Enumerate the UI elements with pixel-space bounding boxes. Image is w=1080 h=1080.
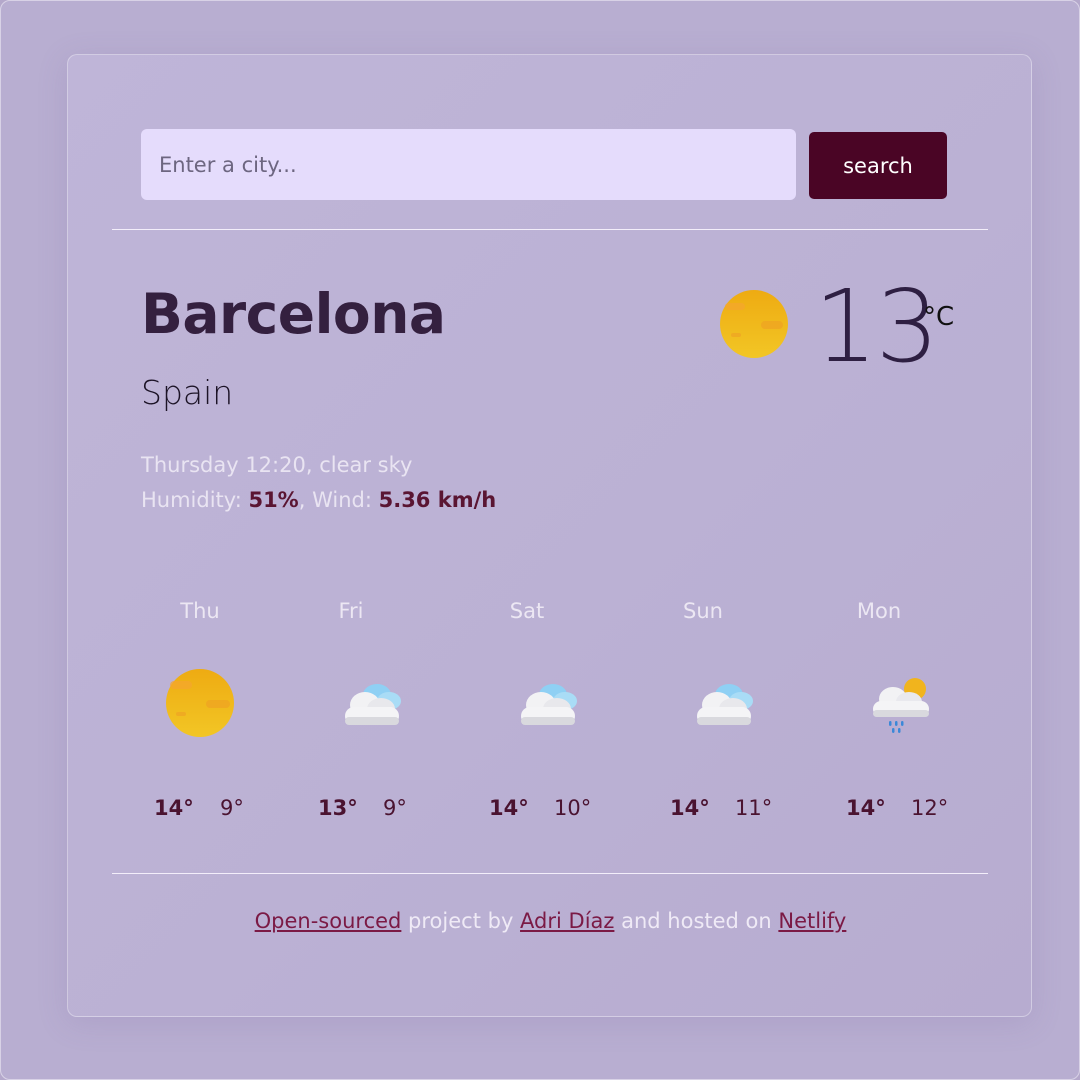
footer-text: and hosted on <box>614 909 779 933</box>
open-sourced-link[interactable]: Open-sourced <box>255 909 402 933</box>
netlify-link[interactable]: Netlify <box>778 909 846 933</box>
wind-value: 5.36 km/h <box>378 488 497 512</box>
weather-details: Thursday 12:20, clear sky Humidity: 51%,… <box>141 448 496 518</box>
search-form: search <box>141 129 947 201</box>
footer: Open-sourced project by Adri Díaz and ho… <box>68 909 1033 933</box>
weather-card: search Barcelona Spain Thursday 12:20, c… <box>67 54 1032 1017</box>
forecast-day-name: Sun <box>683 599 723 623</box>
city-search-input[interactable] <box>141 129 796 200</box>
forecast-day-name: Mon <box>856 599 902 623</box>
divider-top <box>112 229 988 230</box>
search-button[interactable]: search <box>809 132 947 199</box>
forecast-day-name: Fri <box>338 599 364 623</box>
sun-icon <box>166 669 234 737</box>
forecast-day: Sat 14° 10° <box>464 601 640 831</box>
humidity-value: 51% <box>248 488 299 512</box>
forecast-max-temp: 14° <box>670 796 710 820</box>
forecast-max-temp: 14° <box>489 796 529 820</box>
cloud-icon <box>345 684 401 725</box>
author-link[interactable]: Adri Díaz <box>520 909 614 933</box>
forecast: Thu 14° 9° Fri 13° 9° Sat 14° 10° Sun 14… <box>112 601 992 831</box>
datetime-description: Thursday 12:20, clear sky <box>141 453 413 477</box>
forecast-min-temp: 10° <box>554 796 592 820</box>
wind-label: , Wind: <box>298 488 379 512</box>
forecast-min-temp: 9° <box>383 796 407 820</box>
humidity-wind-line: Humidity: 51%, Wind: 5.36 km/h <box>141 483 496 518</box>
forecast-day-name: Thu <box>180 599 220 623</box>
forecast-min-temp: 9° <box>220 796 244 820</box>
cloud-icon <box>697 684 753 725</box>
forecast-max-temp: 14° <box>154 796 194 820</box>
forecast-day: Thu 14° 9° <box>112 601 288 831</box>
temperature-unit: °C <box>923 302 955 332</box>
forecast-day: Mon 14° 12° <box>816 601 992 831</box>
humidity-label: Humidity: <box>141 488 249 512</box>
forecast-min-temp: 11° <box>735 796 773 820</box>
city-name: Barcelona <box>141 282 446 346</box>
forecast-day: Fri 13° 9° <box>288 601 464 831</box>
current-temperature: 13 <box>814 268 939 385</box>
forecast-max-temp: 14° <box>846 796 886 820</box>
forecast-day-name: Sat <box>509 599 545 623</box>
forecast-day: Sun 14° 11° <box>640 601 816 831</box>
cloud-icon <box>521 684 577 725</box>
country-name: Spain <box>141 373 234 412</box>
forecast-max-temp: 13° <box>318 796 358 820</box>
footer-text: project by <box>401 909 521 933</box>
rain-sun-cloud-icon <box>873 678 929 733</box>
sun-icon <box>720 290 788 358</box>
divider-bottom <box>112 873 988 874</box>
forecast-min-temp: 12° <box>911 796 949 820</box>
